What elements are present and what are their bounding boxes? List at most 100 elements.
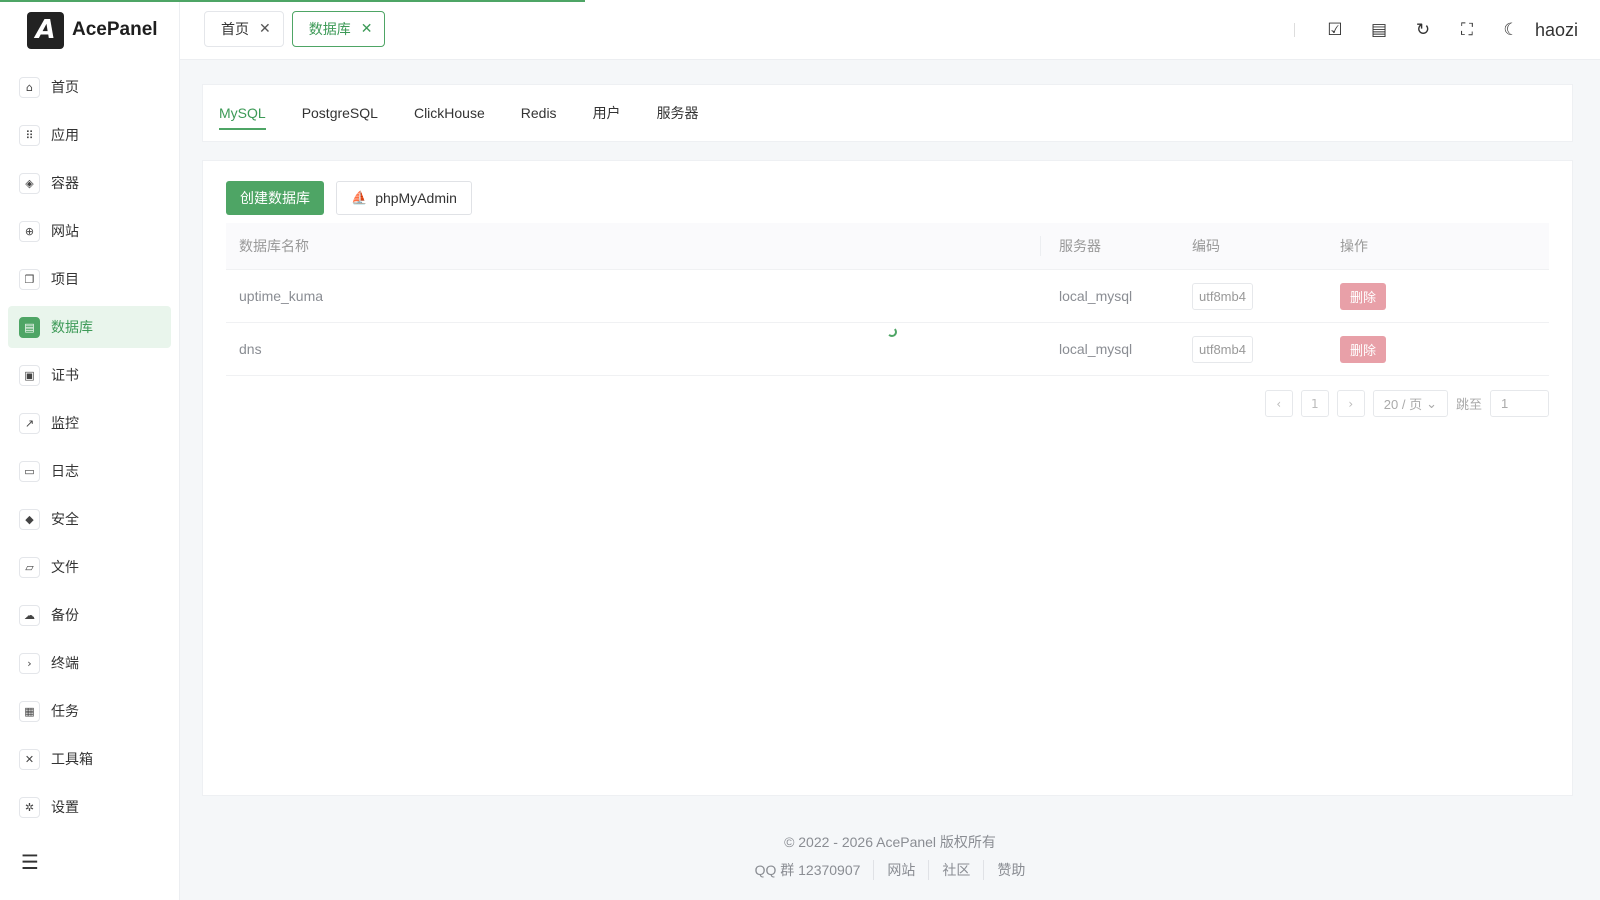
files-icon: ▱ (19, 556, 40, 578)
terminal-icon: › (19, 652, 40, 674)
phpmyadmin-label: phpMyAdmin (375, 190, 457, 206)
sidebar-item-label: 工具箱 (51, 751, 93, 767)
website-link[interactable]: 网站 (873, 860, 928, 880)
tasks-icon: ▦ (19, 700, 40, 722)
fullscreen-icon[interactable]: ⛶ (1445, 8, 1489, 52)
sidebar-item-monitor[interactable]: ↗ 监控 (8, 402, 171, 444)
page-tab-home[interactable]: 首页 ✕ (204, 11, 284, 47)
header: 首页 ✕ 数据库 ✕ ☑ ▤ ↻ ⛶ ☾ haozi (180, 0, 1600, 60)
jump-label: 跳至 (1455, 397, 1482, 412)
task-checkbox-icon[interactable]: ☑ (1313, 8, 1357, 52)
monitor-icon: ↗ (19, 412, 40, 434)
apps-icon: ⠿ (19, 124, 40, 146)
logo[interactable]: A AcePanel (0, 0, 179, 60)
database-tabs: MySQL PostgreSQL ClickHouse Redis 用户 服务器 (203, 85, 1572, 141)
database-name: uptime_kuma (239, 288, 324, 304)
user-menu[interactable]: haozi (1535, 20, 1578, 41)
next-page-button[interactable]: › (1336, 390, 1365, 417)
table-header: 数据库名称 服务器 编码 操作 (226, 223, 1549, 270)
sidebar-item-project[interactable]: ❐ 项目 (8, 258, 171, 300)
table-row: uptime_kuma local_mysql utf8mb4 删除 (226, 270, 1549, 323)
certificate-icon: ▣ (19, 364, 40, 386)
sidebar-item-label: 证书 (51, 367, 79, 383)
page-tab-database[interactable]: 数据库 ✕ (291, 11, 386, 47)
sidebar-item-label: 监控 (51, 415, 79, 431)
sidebar-item-tasks[interactable]: ▦ 任务 (8, 690, 171, 732)
sidebar-item-security[interactable]: ◆ 安全 (8, 498, 171, 540)
sidebar-item-home[interactable]: ⌂ 首页 (8, 66, 171, 108)
document-icon[interactable]: ▤ (1357, 8, 1401, 52)
sidebar-item-settings[interactable]: ✲ 设置 (8, 786, 171, 828)
sidebar-collapse-icon[interactable]: ☰ (21, 850, 39, 874)
sidebar-item-label: 文件 (51, 559, 79, 575)
settings-icon: ✲ (19, 796, 40, 818)
column-header-name: 数据库名称 (239, 238, 309, 254)
sidebar-item-label: 容器 (51, 175, 79, 191)
phpmyadmin-button[interactable]: ⛵ phpMyAdmin (336, 181, 472, 215)
phpmyadmin-sail-icon: ⛵ (351, 190, 368, 206)
website-icon: ⊕ (19, 220, 40, 242)
tab-redis[interactable]: Redis (521, 84, 557, 142)
database-name: dns (239, 341, 262, 357)
chevron-down-icon: ⌄ (1426, 395, 1437, 411)
database-icon: ▤ (19, 316, 40, 338)
sidebar-item-label: 设置 (51, 799, 79, 815)
sidebar-item-database[interactable]: ▤ 数据库 (8, 306, 171, 348)
page-number-button[interactable]: 1 (1300, 390, 1329, 417)
tab-servers[interactable]: 服务器 (657, 84, 699, 142)
community-link[interactable]: 社区 (928, 860, 983, 880)
header-actions: ☑ ▤ ↻ ⛶ ☾ haozi (1293, 0, 1578, 60)
sidebar-item-toolbox[interactable]: ✕ 工具箱 (8, 738, 171, 780)
logo-text: AcePanel (72, 19, 158, 40)
sidebar-item-files[interactable]: ▱ 文件 (8, 546, 171, 588)
sidebar-item-container[interactable]: ◈ 容器 (8, 162, 171, 204)
jump-page-input[interactable] (1490, 390, 1549, 417)
page-tab-label: 数据库 (308, 21, 351, 37)
tab-clickhouse[interactable]: ClickHouse (414, 84, 485, 142)
security-icon: ◆ (19, 508, 40, 530)
sidebar-item-certificate[interactable]: ▣ 证书 (8, 354, 171, 396)
sidebar-item-backup[interactable]: ☁ 备份 (8, 594, 171, 636)
delete-button[interactable]: 删除 (1340, 282, 1387, 310)
column-header-encoding: 编码 (1192, 238, 1220, 254)
page-tab-label: 首页 (221, 21, 249, 37)
sidebar-item-terminal[interactable]: › 终端 (8, 642, 171, 684)
sidebar-item-label: 安全 (51, 511, 79, 527)
create-database-button[interactable]: 创建数据库 (226, 181, 324, 215)
footer-links: QQ 群 12370907 网站 社区 赞助 (180, 860, 1600, 880)
database-server: local_mysql (1059, 341, 1133, 357)
prev-page-button[interactable]: ‹ (1264, 390, 1293, 417)
refresh-icon[interactable]: ↻ (1401, 8, 1445, 52)
project-icon: ❐ (19, 268, 40, 290)
qq-group-link[interactable]: QQ 群 12370907 (742, 860, 874, 880)
page-size-select[interactable]: 20 / 页 ⌄ (1372, 390, 1448, 417)
encoding-cell: utf8mb4 (1190, 335, 1340, 363)
sponsor-link[interactable]: 赞助 (983, 860, 1038, 880)
page-size-value: 20 / 页 (1383, 397, 1423, 412)
database-table: 数据库名称 服务器 编码 操作 uptime_kuma local_mysql … (226, 223, 1549, 376)
sidebar-item-label: 任务 (51, 703, 79, 719)
container-icon: ◈ (19, 172, 40, 194)
tab-mysql[interactable]: MySQL (219, 84, 266, 142)
close-icon[interactable]: ✕ (259, 21, 271, 37)
delete-button[interactable]: 删除 (1340, 335, 1387, 363)
close-icon[interactable]: ✕ (361, 21, 373, 37)
sidebar-item-logs[interactable]: ▭ 日志 (8, 450, 171, 492)
database-server: local_mysql (1059, 288, 1133, 304)
theme-moon-icon[interactable]: ☾ (1489, 8, 1533, 52)
tab-users[interactable]: 用户 (593, 84, 621, 142)
toolbox-icon: ✕ (19, 748, 40, 770)
sidebar-item-label: 备份 (51, 607, 79, 623)
home-icon: ⌂ (19, 76, 40, 98)
encoding-tag: utf8mb4 (1192, 335, 1253, 363)
logs-icon: ▭ (19, 460, 40, 482)
loading-progress-bar (0, 0, 585, 2)
sidebar-item-apps[interactable]: ⠿ 应用 (8, 114, 171, 156)
database-content-card: 创建数据库 ⛵ phpMyAdmin 数据库名称 服务器 编码 操作 uptim… (202, 160, 1573, 796)
sidebar-item-label: 项目 (51, 271, 79, 287)
column-header-server: 服务器 (1040, 236, 1190, 256)
divider (1293, 23, 1295, 37)
sidebar-item-website[interactable]: ⊕ 网站 (8, 210, 171, 252)
tab-postgresql[interactable]: PostgreSQL (302, 84, 378, 142)
sidebar-item-label: 终端 (51, 655, 79, 671)
